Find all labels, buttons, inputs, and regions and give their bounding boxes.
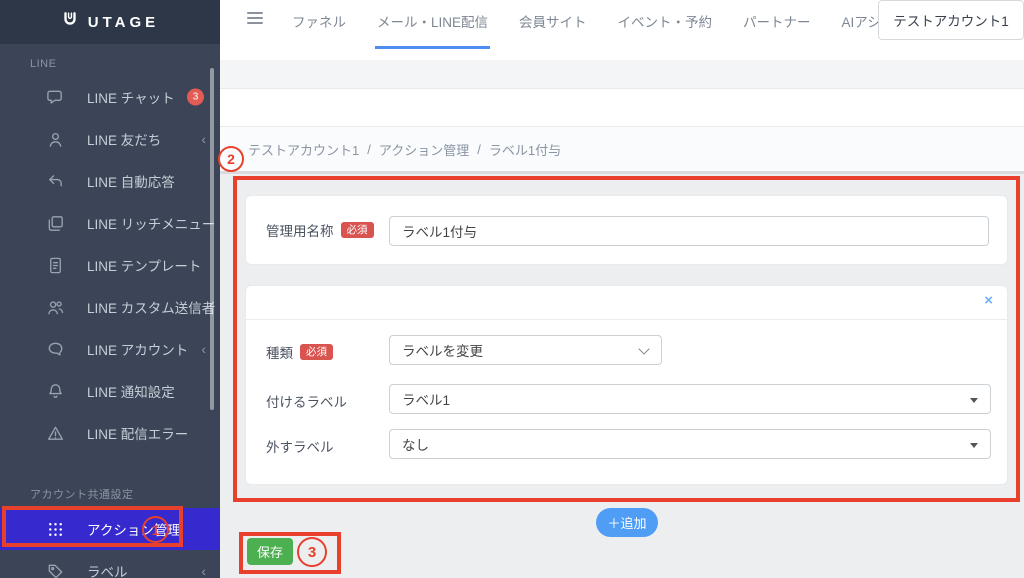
chevron-left-icon: ‹ bbox=[201, 132, 206, 146]
sidebar-item-label: LINE 通知設定 bbox=[87, 381, 175, 401]
tag-icon bbox=[45, 561, 65, 578]
tab-member-site[interactable]: 会員サイト bbox=[517, 0, 589, 49]
sidebar-item-line-chat[interactable]: LINE チャット 3 bbox=[0, 76, 220, 118]
main-area: ファネル メール・LINE配信 会員サイト イベント・予約 パートナー AIアシ… bbox=[220, 0, 1024, 578]
sidebar-item-line-friends[interactable]: LINE 友だち ‹ bbox=[0, 118, 220, 160]
breadcrumb-action-management[interactable]: アクション管理 bbox=[379, 140, 469, 159]
sidebar-item-line-template[interactable]: LINE テンプレート bbox=[0, 244, 220, 286]
annotation-circle-1: 1 bbox=[142, 516, 169, 543]
users-icon bbox=[45, 297, 65, 317]
top-navigation: ファネル メール・LINE配信 会員サイト イベント・予約 パートナー AIアシ… bbox=[220, 0, 1024, 60]
sidebar-item-line-custom-sender[interactable]: LINE カスタム送信者 bbox=[0, 286, 220, 328]
hamburger-menu-icon[interactable] bbox=[247, 12, 263, 24]
breadcrumb-separator: / bbox=[367, 142, 371, 157]
chat-icon bbox=[45, 87, 65, 107]
tab-event-booking[interactable]: イベント・予約 bbox=[616, 0, 715, 49]
annotation-circle-3: 3 bbox=[297, 537, 327, 567]
chevron-left-icon: ‹ bbox=[201, 564, 206, 578]
sidebar-item-label: LINE リッチメニュー bbox=[87, 213, 215, 233]
top-tabs: ファネル メール・LINE配信 会員サイト イベント・予約 パートナー AIアシ… bbox=[290, 0, 910, 49]
warning-icon bbox=[45, 423, 65, 443]
app-window: UTAGE LINE LINE チャット 3 LINE 友だち ‹ bbox=[0, 0, 1024, 578]
sidebar-item-line-notification[interactable]: LINE 通知設定 bbox=[0, 370, 220, 412]
annotation-circle-2: 2 bbox=[218, 146, 244, 172]
tab-partner[interactable]: パートナー bbox=[741, 0, 813, 49]
sidebar-item-label: ラベル bbox=[87, 561, 128, 578]
sidebar-item-label: LINE 友だち bbox=[87, 129, 161, 149]
brand-name: UTAGE bbox=[88, 14, 159, 31]
utage-logo-icon bbox=[61, 11, 79, 34]
toolbar-band bbox=[220, 89, 1024, 127]
subheader-band bbox=[220, 60, 1024, 89]
sidebar-item-label: LINE チャット bbox=[87, 87, 175, 107]
tab-mail-line-delivery[interactable]: メール・LINE配信 bbox=[375, 0, 490, 49]
sidebar-section-account-common: アカウント共通設定 bbox=[0, 454, 220, 508]
sidebar-scrollbar[interactable] bbox=[210, 68, 214, 410]
sidebar-item-line-delivery-error[interactable]: LINE 配信エラー bbox=[0, 412, 220, 454]
layers-icon bbox=[45, 213, 65, 233]
breadcrumb-separator: / bbox=[477, 142, 481, 157]
sidebar-item-line-rich-menu[interactable]: LINE リッチメニュー bbox=[0, 202, 220, 244]
annotation-box-2 bbox=[233, 176, 1020, 502]
bell-icon bbox=[45, 381, 65, 401]
breadcrumb-account[interactable]: テストアカウント1 bbox=[248, 140, 359, 159]
file-icon bbox=[45, 255, 65, 275]
comment-icon bbox=[45, 339, 65, 359]
breadcrumb-current-page: ラベル1付与 bbox=[489, 140, 561, 159]
sidebar-item-label: LINE テンプレート bbox=[87, 255, 201, 275]
breadcrumb: テストアカウント1 / アクション管理 / ラベル1付与 bbox=[220, 127, 1024, 171]
sidebar: UTAGE LINE LINE チャット 3 LINE 友だち ‹ bbox=[0, 0, 220, 578]
chat-count-badge: 3 bbox=[187, 89, 204, 106]
sidebar-item-label: LINE 配信エラー bbox=[87, 423, 188, 443]
reply-icon bbox=[45, 171, 65, 191]
user-icon bbox=[45, 129, 65, 149]
sidebar-item-label-menu[interactable]: ラベル ‹ bbox=[0, 550, 220, 578]
tab-funnel[interactable]: ファネル bbox=[290, 0, 348, 49]
sidebar-header: UTAGE bbox=[0, 0, 220, 44]
chevron-left-icon: ‹ bbox=[201, 342, 206, 356]
account-selector[interactable]: テストアカウント1 bbox=[878, 0, 1024, 40]
sidebar-item-label: LINE カスタム送信者 bbox=[87, 297, 215, 317]
sidebar-item-label: LINE アカウント bbox=[87, 339, 188, 359]
sidebar-item-line-auto-reply[interactable]: LINE 自動応答 bbox=[0, 160, 220, 202]
sidebar-section-line: LINE bbox=[0, 44, 220, 76]
sidebar-item-label: LINE 自動応答 bbox=[87, 171, 175, 191]
sidebar-item-line-account[interactable]: LINE アカウント ‹ bbox=[0, 328, 220, 370]
add-button[interactable]: ＋追加 bbox=[596, 508, 658, 537]
